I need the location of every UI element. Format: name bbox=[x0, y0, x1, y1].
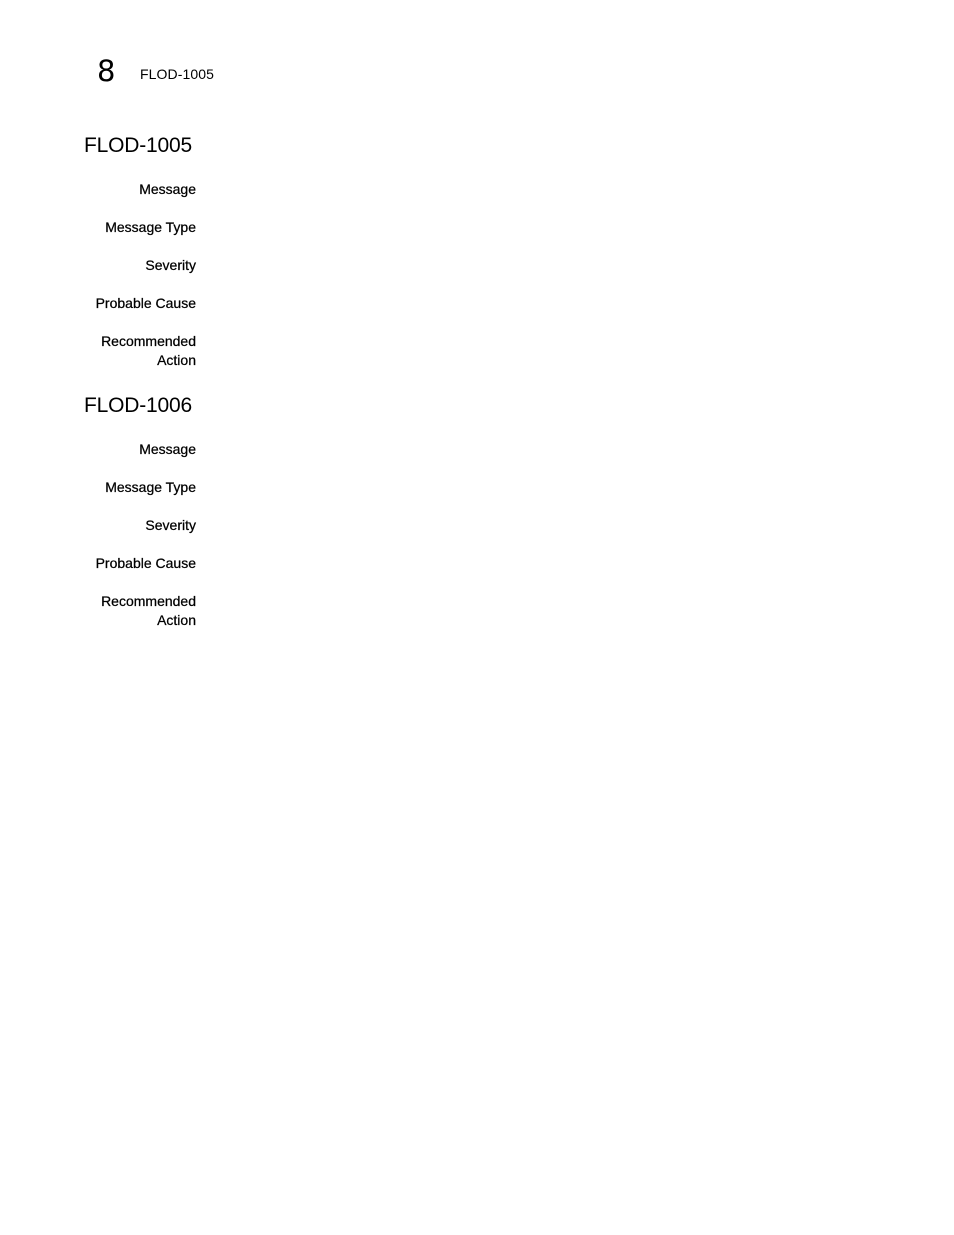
field-row-message: Message bbox=[84, 180, 884, 199]
field-value-probable-cause bbox=[214, 554, 884, 573]
section-title: FLOD-1005 bbox=[84, 134, 192, 157]
field-label-severity: Severity bbox=[145, 517, 196, 533]
chapter-number: 8 bbox=[97, 54, 116, 88]
field-value-recommended-action bbox=[214, 592, 884, 611]
field-value-message-type bbox=[214, 478, 884, 497]
field-value-severity bbox=[214, 516, 884, 535]
field-value-message-type bbox=[214, 218, 884, 237]
field-label-severity: Severity bbox=[145, 257, 196, 273]
field-label-probable-cause: Probable Cause bbox=[95, 555, 196, 571]
field-label-message: Message bbox=[139, 441, 196, 457]
field-value-message bbox=[214, 440, 884, 459]
field-value-probable-cause bbox=[214, 294, 884, 313]
section-title: FLOD-1006 bbox=[84, 394, 192, 417]
field-label-message-type: Message Type bbox=[105, 219, 196, 235]
field-row-recommended-action: Recommended Action bbox=[84, 592, 884, 630]
field-label-message: Message bbox=[139, 181, 196, 197]
field-row-severity: Severity bbox=[84, 256, 884, 275]
field-value-message bbox=[214, 180, 884, 199]
field-row-severity: Severity bbox=[84, 516, 884, 535]
message-section-flod-1006: FLOD-1006 Message Message Type Severity … bbox=[84, 392, 884, 649]
field-row-probable-cause: Probable Cause bbox=[84, 294, 884, 313]
field-label-probable-cause: Probable Cause bbox=[95, 295, 196, 311]
field-list: Message Message Type Severity Probable C… bbox=[84, 440, 884, 630]
field-list: Message Message Type Severity Probable C… bbox=[84, 180, 884, 370]
field-value-severity bbox=[214, 256, 884, 275]
field-row-message: Message bbox=[84, 440, 884, 459]
running-header-title: FLOD-1005 bbox=[140, 66, 215, 82]
field-row-message-type: Message Type bbox=[84, 478, 884, 497]
field-label-recommended-action: Recommended Action bbox=[101, 593, 196, 628]
message-section-flod-1005: FLOD-1005 Message Message Type Severity … bbox=[84, 132, 884, 389]
field-row-message-type: Message Type bbox=[84, 218, 884, 237]
field-value-recommended-action bbox=[214, 332, 884, 351]
field-label-message-type: Message Type bbox=[105, 479, 196, 495]
field-row-recommended-action: Recommended Action bbox=[84, 332, 884, 370]
field-row-probable-cause: Probable Cause bbox=[84, 554, 884, 573]
field-label-recommended-action: Recommended Action bbox=[101, 333, 196, 368]
